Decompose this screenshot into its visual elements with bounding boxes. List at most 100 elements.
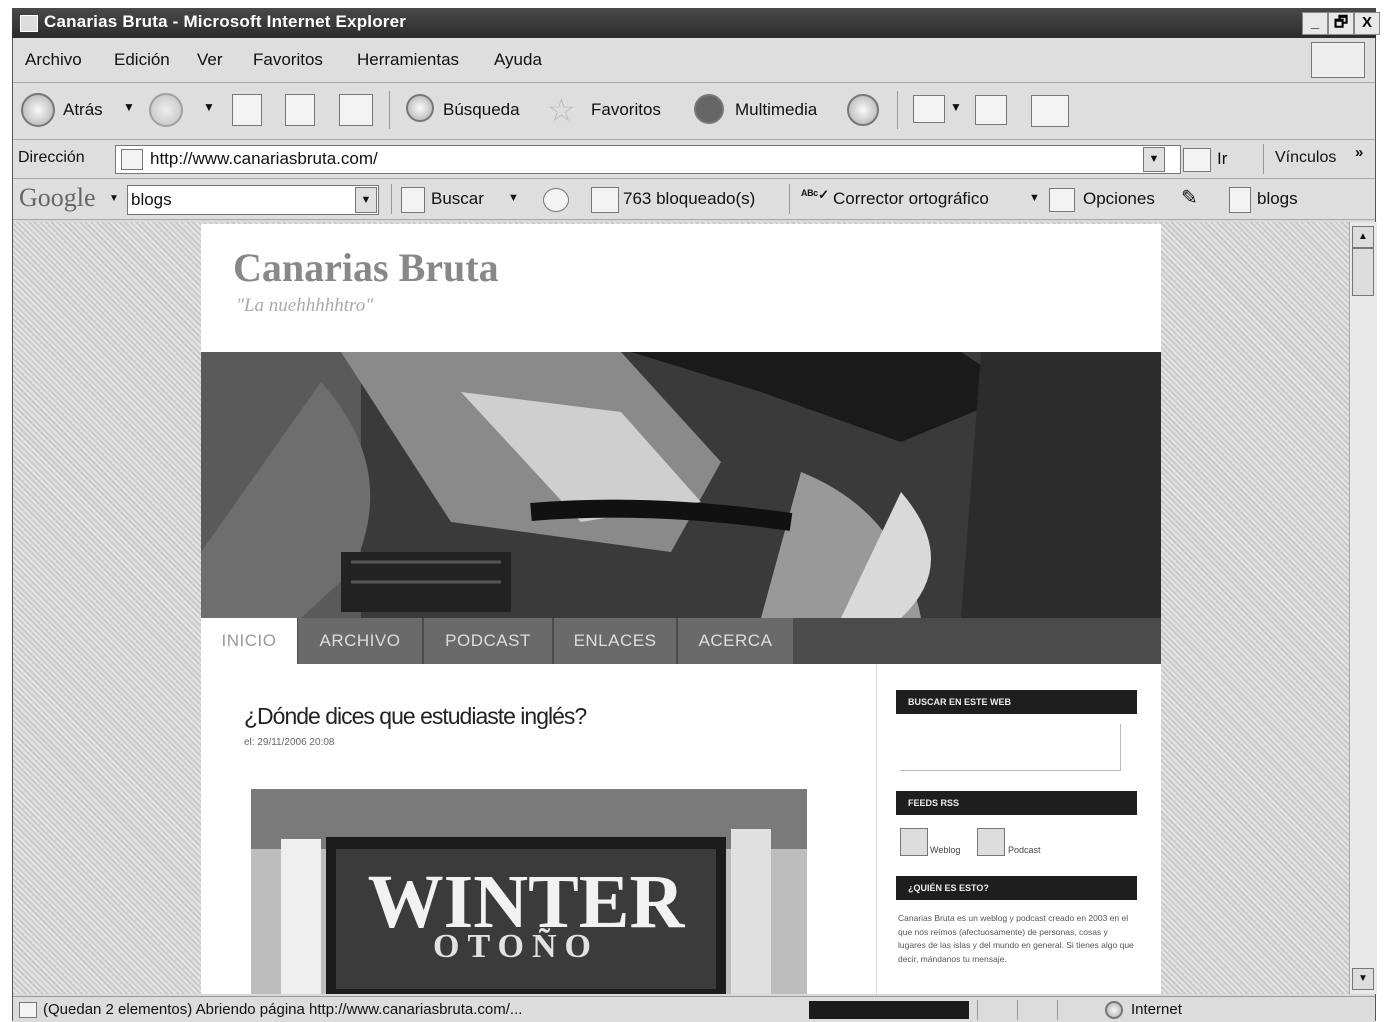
blog-title[interactable]: Canarias Bruta xyxy=(233,244,499,291)
stop-icon[interactable] xyxy=(232,94,262,126)
toolbar-separator xyxy=(897,91,898,129)
popup-blocker-icon[interactable] xyxy=(591,187,619,213)
back-arrow-icon[interactable] xyxy=(21,93,55,127)
scroll-thumb[interactable] xyxy=(1352,248,1374,296)
post-image: WINTER OTOÑO xyxy=(251,789,807,994)
nav-archivo[interactable]: ARCHIVO xyxy=(298,618,424,664)
popup-blocked-count[interactable]: 763 bloqueado(s) xyxy=(623,189,755,209)
maximize-button[interactable]: 🗗 xyxy=(1328,12,1354,35)
refresh-icon[interactable] xyxy=(285,94,315,126)
toolbar-separator xyxy=(789,184,790,214)
blog-nav: INICIO ARCHIVO PODCAST ENLACES ACERCA xyxy=(201,618,1161,664)
sidebar-search-input[interactable] xyxy=(900,724,1121,771)
toolbar-separator xyxy=(391,184,392,214)
links-button[interactable]: Vínculos xyxy=(1275,149,1336,167)
address-url[interactable]: http://www.canariasbruta.com/ xyxy=(150,149,378,169)
nav-inicio[interactable]: INICIO xyxy=(201,618,299,664)
sidebar-search-heading: BUSCAR EN ESTE WEB xyxy=(896,690,1137,714)
google-search-button[interactable]: Buscar xyxy=(431,189,484,209)
progress-bar xyxy=(809,1001,969,1019)
status-bar: (Quedan 2 elementos) Abriendo página htt… xyxy=(13,996,1375,1022)
menu-ayuda[interactable]: Ayuda xyxy=(494,50,542,70)
search-button[interactable]: Búsqueda xyxy=(443,100,520,120)
blog-tagline: "La nuehhhhhtro" xyxy=(236,295,374,316)
nav-enlaces[interactable]: ENLACES xyxy=(554,618,678,664)
feed-weblog-link[interactable]: Weblog xyxy=(930,845,960,855)
forward-arrow-icon[interactable] xyxy=(149,93,183,127)
address-bar: Dirección http://www.canariasbruta.com/ … xyxy=(13,140,1375,179)
print-icon[interactable] xyxy=(975,95,1007,125)
favorites-star-icon[interactable]: ☆ xyxy=(547,91,576,129)
post-meta: el: 29/11/2006 20:08 xyxy=(244,737,335,748)
search-icon[interactable] xyxy=(406,94,434,122)
home-icon[interactable] xyxy=(339,94,373,126)
status-pane xyxy=(1017,1000,1048,1020)
mail-dropdown-icon[interactable]: ▼ xyxy=(950,100,962,114)
back-dropdown-icon[interactable]: ▼ xyxy=(123,100,135,114)
title-bar[interactable]: Canarias Bruta - Microsoft Internet Expl… xyxy=(12,8,1380,38)
search-dropdown-icon[interactable]: ▼ xyxy=(508,192,519,204)
address-dropdown-icon[interactable]: ▼ xyxy=(1143,147,1165,172)
google-logo[interactable]: Google xyxy=(19,183,96,213)
post-image-art: WINTER OTOÑO xyxy=(251,789,807,994)
internet-zone-icon xyxy=(1105,1001,1123,1019)
menu-herramientas[interactable]: Herramientas xyxy=(357,50,459,70)
go-arrow-icon[interactable] xyxy=(1183,148,1211,172)
media-icon[interactable] xyxy=(694,94,724,124)
back-button[interactable]: Atrás xyxy=(63,100,103,120)
google-search-input[interactable]: blogs ▼ xyxy=(127,185,379,215)
sidebar-divider xyxy=(876,664,877,994)
google-dropdown-icon[interactable]: ▼ xyxy=(109,193,119,204)
search-term-button[interactable]: blogs xyxy=(1257,189,1298,209)
header-photo-art xyxy=(201,352,1161,618)
feed-podcast-link[interactable]: Podcast xyxy=(1008,845,1041,855)
google-query[interactable]: blogs xyxy=(131,190,172,210)
options-icon[interactable] xyxy=(1049,188,1075,212)
favorites-button[interactable]: Favoritos xyxy=(591,100,661,120)
media-button[interactable]: Multimedia xyxy=(735,100,817,120)
scroll-down-icon[interactable]: ▼ xyxy=(1352,968,1374,990)
rss-weblog-icon[interactable] xyxy=(900,828,928,856)
spellcheck-button[interactable]: Corrector ortográfico xyxy=(833,189,989,209)
menu-favoritos[interactable]: Favoritos xyxy=(253,50,323,70)
menu-edicion[interactable]: Edición xyxy=(114,50,170,70)
post-title[interactable]: ¿Dónde dices que estudiaste inglés? xyxy=(244,703,587,730)
rss-podcast-icon[interactable] xyxy=(977,828,1005,856)
windows-logo-icon xyxy=(1311,42,1365,78)
google-query-dropdown-icon[interactable]: ▼ xyxy=(355,187,377,213)
minimize-button[interactable]: _ xyxy=(1302,12,1328,35)
mail-icon[interactable] xyxy=(913,95,945,123)
nav-podcast[interactable]: PODCAST xyxy=(424,618,554,664)
standard-toolbar: Atrás ▼ ▼ Búsqueda ☆ Favoritos Multimedi… xyxy=(13,83,1375,140)
sidebar-about-text: Canarias Bruta es un weblog y podcast cr… xyxy=(898,913,1134,964)
status-pane xyxy=(977,1000,1008,1020)
google-toolbar: Google ▼ blogs ▼ Buscar ▼ 763 bloqueado(… xyxy=(13,179,1375,220)
forward-dropdown-icon[interactable]: ▼ xyxy=(203,100,215,114)
chevron-right-icon[interactable]: » xyxy=(1355,144,1363,161)
menu-archivo[interactable]: Archivo xyxy=(25,50,82,70)
ie-icon xyxy=(20,15,38,32)
status-pane xyxy=(1057,1000,1098,1020)
pagerank-icon[interactable] xyxy=(543,188,569,212)
google-g-icon xyxy=(401,187,425,213)
search-term-icon[interactable] xyxy=(1229,187,1251,213)
toolbar-separator xyxy=(389,91,390,129)
close-button[interactable]: X xyxy=(1354,12,1380,35)
spellcheck-icon[interactable]: ᴬᴮᶜ✓ xyxy=(801,187,829,203)
nav-acerca[interactable]: ACERCA xyxy=(678,618,795,664)
edit-icon[interactable] xyxy=(1031,95,1069,127)
highlighter-icon[interactable]: ✎ xyxy=(1181,185,1198,210)
header-photo xyxy=(201,352,1161,618)
options-button[interactable]: Opciones xyxy=(1083,189,1155,209)
scroll-up-icon[interactable]: ▲ xyxy=(1352,226,1374,248)
address-input[interactable]: http://www.canariasbruta.com/ xyxy=(115,145,1181,174)
menu-ver[interactable]: Ver xyxy=(197,50,223,70)
sidebar-about-heading: ¿QUIÉN ES ESTO? xyxy=(896,876,1137,900)
spellcheck-dropdown-icon[interactable]: ▼ xyxy=(1029,192,1040,204)
history-icon[interactable] xyxy=(847,94,879,126)
go-button[interactable]: Ir xyxy=(1217,149,1227,169)
toolbar-separator xyxy=(1263,144,1264,174)
sidebar-feeds-heading: FEEDS RSS xyxy=(896,791,1137,815)
address-label: Dirección xyxy=(18,149,85,166)
vertical-scrollbar[interactable]: ▲ ▼ xyxy=(1349,222,1377,994)
